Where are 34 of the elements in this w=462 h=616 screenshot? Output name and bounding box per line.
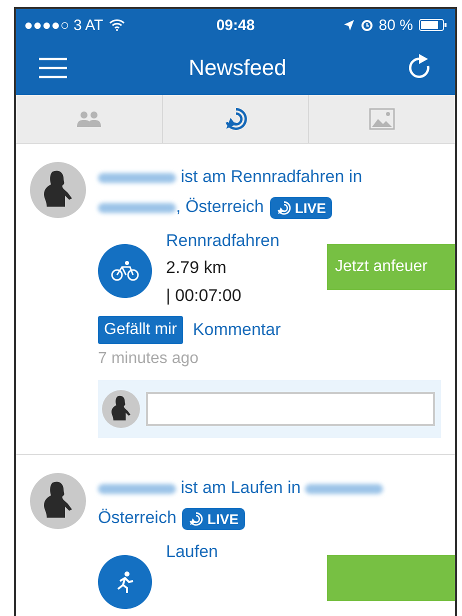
alarm-clock-icon xyxy=(360,19,373,31)
user-avatar[interactable] xyxy=(30,473,86,529)
duration-value: | 00:07:00 xyxy=(166,285,242,307)
live-label: LIVE xyxy=(294,198,326,217)
comment-field[interactable] xyxy=(146,392,435,426)
people-icon xyxy=(76,111,102,127)
live-tracking-icon xyxy=(222,106,248,132)
clock-time: 09:48 xyxy=(216,16,255,34)
live-badge[interactable]: LIVE xyxy=(270,196,332,219)
live-tracking-icon xyxy=(276,200,292,216)
activity-type: Laufen xyxy=(166,541,219,563)
live-tracking-icon xyxy=(188,510,204,527)
live-badge[interactable]: LIVE xyxy=(182,508,245,530)
picture-icon xyxy=(369,108,396,130)
user-avatar xyxy=(102,390,140,428)
bicycle-icon xyxy=(111,260,139,282)
distance-value: 2.79 km xyxy=(166,257,228,279)
live-label: LIVE xyxy=(207,510,239,528)
activity-text: Österreich xyxy=(98,508,176,527)
comment-link[interactable]: Kommentar xyxy=(192,320,281,340)
activity-text: ist am Rennradfahren in xyxy=(180,167,362,186)
activity-text: ist am Laufen in xyxy=(180,478,302,497)
post-time: 7 minutes ago xyxy=(98,350,200,368)
menu-icon[interactable] xyxy=(38,57,68,79)
user-avatar[interactable] xyxy=(30,162,86,218)
activity-type: Rennradfahren xyxy=(166,230,280,252)
wifi-icon xyxy=(109,19,126,31)
battery-percent: 80 % xyxy=(378,16,413,34)
battery-icon xyxy=(419,19,447,31)
carrier-label: ●●●●○ 3 AT xyxy=(24,16,104,34)
location-arrow-icon xyxy=(342,19,355,31)
screen-title: Newsfeed xyxy=(188,55,286,81)
like-button[interactable]: Gefällt mir xyxy=(98,316,183,344)
activity-text: , Österreich xyxy=(176,197,264,216)
